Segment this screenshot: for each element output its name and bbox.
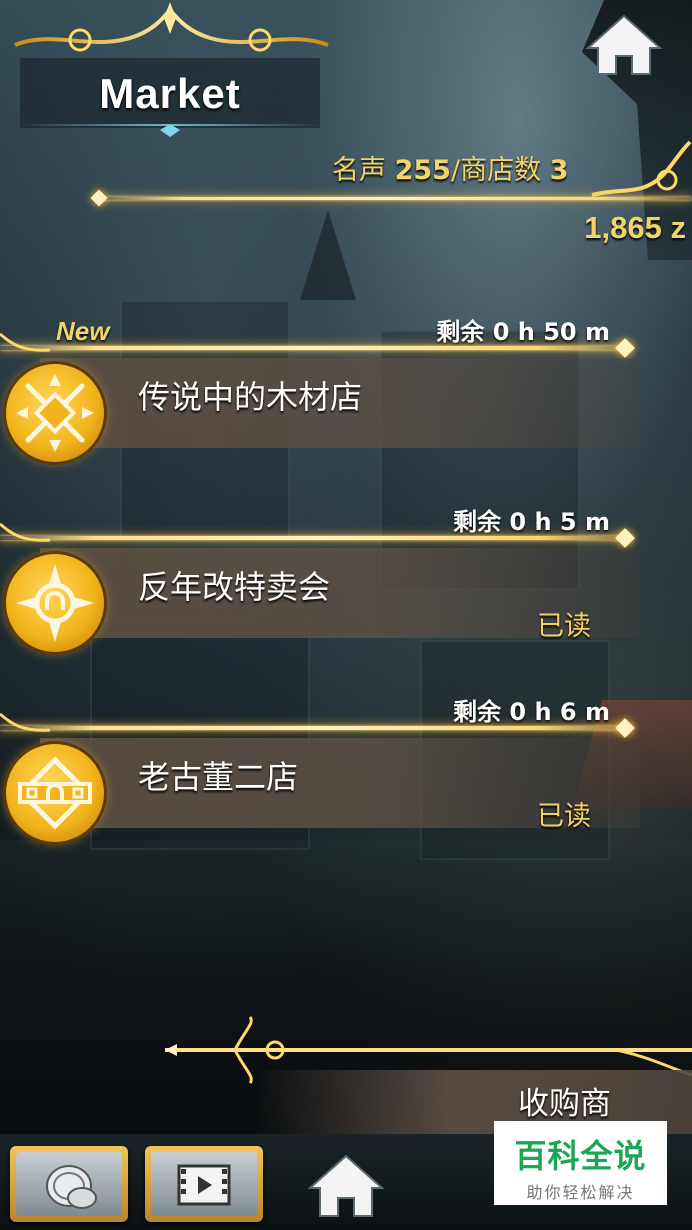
shop-item-2[interactable]: 剩余 0 h 6 m 老古董二店 已读 [0, 692, 692, 872]
video-film-icon [177, 1164, 231, 1206]
page-title: Market [99, 70, 241, 117]
watermark-main: 百科全说 [514, 1137, 647, 1175]
shop-name: 反年改特卖会 [138, 568, 331, 606]
watermark-sub: 助你轻松解决 [526, 1183, 635, 1202]
home-icon [585, 14, 663, 75]
shop-timer: 剩余 0 h 6 m [453, 698, 610, 726]
header-rail [95, 197, 692, 200]
shop-timer: 剩余 0 h 5 m [453, 508, 610, 536]
read-status: 已读 [537, 611, 591, 642]
shop-item-1[interactable]: 剩余 0 h 5 m 反年改特卖会 已读 [0, 502, 692, 682]
video-button[interactable] [145, 1146, 263, 1222]
crossed-spears-emblem-icon [6, 364, 104, 462]
read-status: 已读 [537, 801, 591, 832]
sun-horseshoe-emblem-icon [6, 554, 104, 652]
diamond-horseshoe-emblem-icon [6, 744, 104, 842]
fame-value: 255 [394, 155, 451, 186]
title-underline [20, 124, 320, 126]
shop-name: 老古董二店 [138, 758, 299, 796]
shop-timer: 剩余 0 h 50 m [436, 318, 610, 346]
new-badge: New [56, 316, 110, 346]
shop-name: 传说中的木材店 [138, 378, 363, 416]
shop-item-0[interactable]: New 剩余 0 h 50 m 传说中的木材店 [0, 312, 692, 492]
shop-count-value: 3 [549, 155, 569, 186]
buyer-button[interactable]: 收购商 [518, 1078, 611, 1123]
coin-button[interactable] [10, 1146, 128, 1222]
fame-label: 名声 [332, 155, 386, 186]
money-balance: 1,865 z [584, 210, 686, 245]
home-icon [307, 1154, 385, 1217]
shop-count-label: /商店数 [450, 155, 542, 186]
watermark: 百科全说 助你轻松解决 [494, 1121, 667, 1205]
coin-stack-icon [46, 1165, 97, 1209]
home-button-bottom[interactable] [306, 1150, 386, 1220]
fame-shop-status: 名声 255/商店数 3 [332, 148, 568, 187]
home-button-top[interactable] [584, 12, 664, 78]
